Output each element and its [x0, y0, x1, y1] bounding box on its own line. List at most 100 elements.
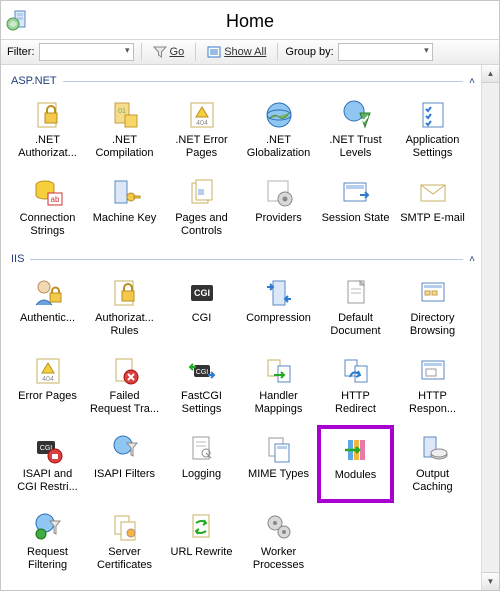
feature-label: FastCGI Settings — [166, 390, 238, 416]
feature-mime[interactable]: MIME Types — [240, 425, 317, 503]
feature-net-auth[interactable]: .NET Authorizat... — [9, 91, 86, 169]
globe-icon — [262, 98, 296, 132]
feature-modules[interactable]: Modules — [317, 425, 394, 503]
scroll-track[interactable] — [482, 83, 499, 572]
feature-authz[interactable]: Authorizat... Rules — [86, 269, 163, 347]
filter-label: Filter: — [7, 46, 35, 58]
separator — [141, 43, 142, 61]
feature-dir-browse[interactable]: Directory Browsing — [394, 269, 471, 347]
feature-label: Directory Browsing — [397, 312, 469, 338]
group-line — [30, 259, 463, 260]
feature-req-filter[interactable]: Request Filtering — [9, 503, 86, 581]
server-key-icon — [108, 176, 142, 210]
iis-manager-window: Home Filter: GGoo Show All Show All Grou… — [0, 0, 500, 591]
feature-label: Request Filtering — [12, 546, 84, 572]
feature-net-glob[interactable]: .NET Globalization — [240, 91, 317, 169]
feature-label: Authentic... — [12, 312, 84, 325]
feature-app-set[interactable]: Application Settings — [394, 91, 471, 169]
feature-isapi-fil[interactable]: ISAPI Filters — [86, 425, 163, 503]
req-filter-icon — [31, 510, 65, 544]
cgi-arrows-icon: CGI — [185, 354, 219, 388]
http-resp-icon — [416, 354, 450, 388]
lock-doc-icon — [108, 276, 142, 310]
group-header[interactable]: IIS ˄ — [11, 253, 475, 265]
feature-pages-ctrl[interactable]: Pages and Controls — [163, 169, 240, 247]
feature-label: ISAPI Filters — [89, 468, 161, 481]
vertical-scrollbar[interactable]: ▲ ▼ — [481, 65, 499, 590]
feature-http-redir[interactable]: HTTP Redirect — [317, 347, 394, 425]
feature-label: Session State — [320, 212, 392, 225]
svg-text:404: 404 — [196, 120, 208, 127]
feature-out-cache[interactable]: Output Caching — [394, 425, 471, 503]
feature-net-err[interactable]: 404 .NET Error Pages — [163, 91, 240, 169]
collapse-icon[interactable]: ˄ — [469, 76, 475, 87]
checklist-icon — [416, 98, 450, 132]
svg-text:404: 404 — [42, 376, 54, 383]
feature-label: .NET Trust Levels — [320, 134, 392, 160]
funnel-icon — [153, 45, 167, 59]
groupby-select[interactable] — [338, 43, 433, 61]
feature-net-comp[interactable]: 01.NET Compilation — [86, 91, 163, 169]
show-all-button[interactable]: Show All Show All — [203, 43, 270, 61]
feature-label: Machine Key — [89, 212, 161, 225]
scroll-down-button[interactable]: ▼ — [482, 572, 499, 590]
err-404-icon: 404 — [31, 354, 65, 388]
go-button[interactable]: GGoo — [149, 43, 189, 61]
feature-def-doc[interactable]: Default Document — [317, 269, 394, 347]
feature-label: Application Settings — [397, 134, 469, 160]
group-title: IIS — [11, 253, 24, 265]
toolbar: Filter: GGoo Show All Show All Group by: — [1, 39, 499, 65]
feature-label: .NET Error Pages — [166, 134, 238, 160]
cert-icon — [108, 510, 142, 544]
provider-gear-icon — [262, 176, 296, 210]
feature-label: URL Rewrite — [166, 546, 238, 559]
feature-failed-req[interactable]: Failed Request Tra... — [86, 347, 163, 425]
feature-isapi-cgi[interactable]: CGIISAPI and CGI Restri... — [9, 425, 86, 503]
separator — [277, 43, 278, 61]
feature-srv-cert[interactable]: Server Certificates — [86, 503, 163, 581]
filter-input[interactable] — [39, 43, 134, 61]
feature-label: Authorizat... Rules — [89, 312, 161, 338]
lock-doc-icon — [31, 98, 65, 132]
feature-label: HTTP Redirect — [320, 390, 392, 416]
feature-cgi[interactable]: CGICGI — [163, 269, 240, 347]
feature-label: Failed Request Tra... — [89, 390, 161, 416]
feature-session[interactable]: Session State — [317, 169, 394, 247]
feature-smtp[interactable]: SMTP E-mail — [394, 169, 471, 247]
feature-providers[interactable]: Providers — [240, 169, 317, 247]
feature-label: Compression — [243, 312, 315, 325]
group-header[interactable]: ASP.NET˄ — [11, 75, 475, 87]
scroll-up-button[interactable]: ▲ — [482, 65, 499, 83]
header: Home — [1, 1, 499, 39]
pages-icon — [185, 176, 219, 210]
collapse-icon[interactable]: ˄ — [469, 254, 475, 265]
feature-label: MIME Types — [243, 468, 315, 481]
doc-x-icon — [108, 354, 142, 388]
mime-icon — [262, 432, 296, 466]
dir-browse-icon — [416, 276, 450, 310]
feature-conn-str[interactable]: abConnection Strings — [9, 169, 86, 247]
redirect-icon — [339, 354, 373, 388]
compress-icon — [262, 276, 296, 310]
server-disk-icon — [416, 432, 450, 466]
feature-err-pages[interactable]: 404Error Pages — [9, 347, 86, 425]
feature-compress[interactable]: Compression — [240, 269, 317, 347]
feature-label: Server Certificates — [89, 546, 161, 572]
feature-fastcgi[interactable]: CGIFastCGI Settings — [163, 347, 240, 425]
feature-label: CGI — [166, 312, 238, 325]
feature-label: Modules — [320, 469, 392, 482]
feature-hmap[interactable]: Handler Mappings — [240, 347, 317, 425]
feature-label: Default Document — [320, 312, 392, 338]
feature-wproc[interactable]: Worker Processes — [240, 503, 317, 581]
feature-url-rw[interactable]: URL Rewrite — [163, 503, 240, 581]
cgi-lock-icon: CGI — [31, 432, 65, 466]
feature-mach-key[interactable]: Machine Key — [86, 169, 163, 247]
feature-http-resp[interactable]: HTTP Respon... — [394, 347, 471, 425]
filter-icon — [108, 432, 142, 466]
feature-authn[interactable]: Authentic... — [9, 269, 86, 347]
feature-net-trust[interactable]: .NET Trust Levels — [317, 91, 394, 169]
feature-label: Logging — [166, 468, 238, 481]
session-icon — [339, 176, 373, 210]
feature-logging[interactable]: Logging — [163, 425, 240, 503]
log-icon — [185, 432, 219, 466]
